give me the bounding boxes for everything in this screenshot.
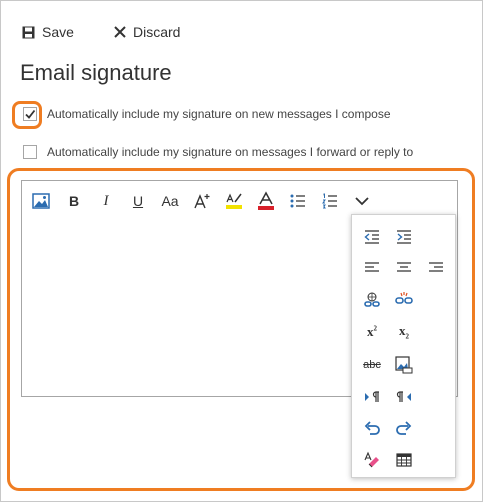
forward-reply-label: Automatically include my signature on me… bbox=[47, 145, 414, 159]
editor-highlight bbox=[7, 168, 475, 491]
save-label: Save bbox=[42, 24, 74, 40]
option-forward-reply: Automatically include my signature on me… bbox=[20, 145, 413, 159]
page-title: Email signature bbox=[20, 60, 172, 85]
forward-reply-checkbox[interactable] bbox=[23, 145, 37, 159]
checkbox-highlight bbox=[12, 101, 42, 129]
new-messages-label: Automatically include my signature on ne… bbox=[47, 107, 391, 121]
discard-label: Discard bbox=[133, 24, 181, 40]
save-button[interactable]: Save bbox=[22, 24, 74, 40]
close-icon bbox=[114, 26, 126, 38]
save-icon bbox=[22, 26, 35, 38]
option-new-messages: Automatically include my signature on ne… bbox=[20, 107, 391, 121]
discard-button[interactable]: Discard bbox=[114, 24, 180, 40]
